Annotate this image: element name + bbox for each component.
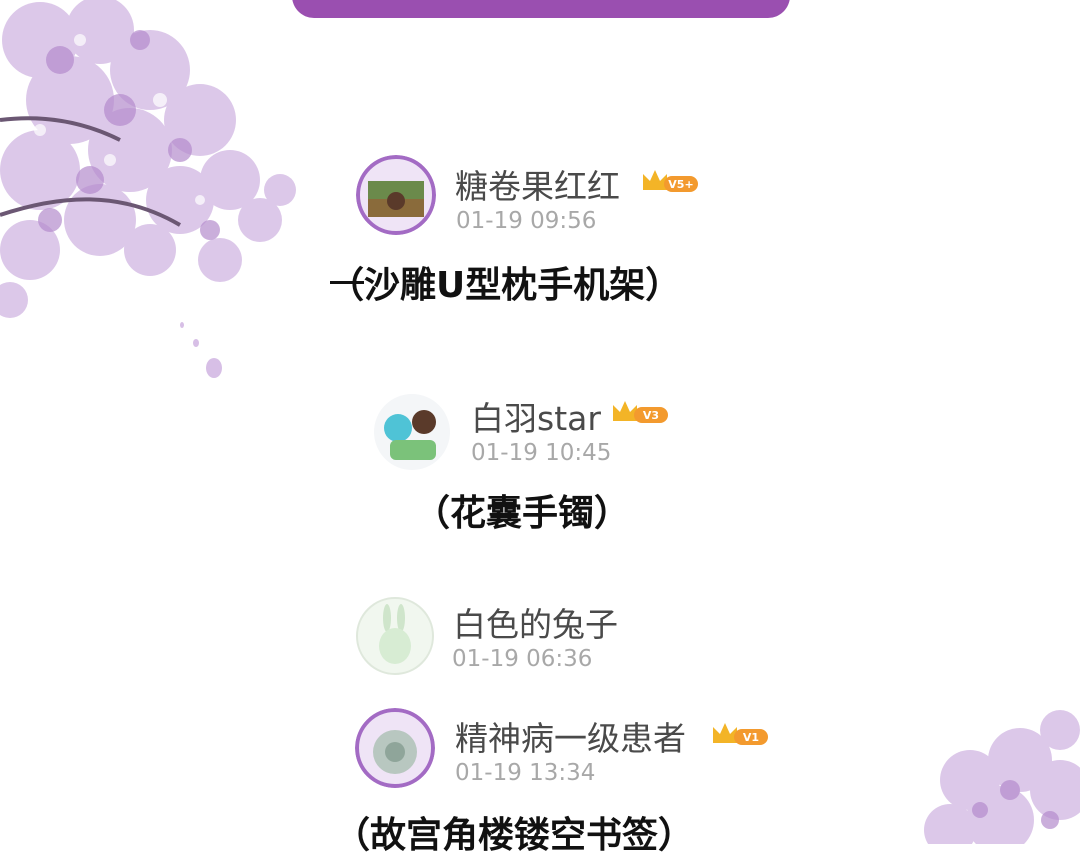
avatar[interactable] [355, 596, 435, 676]
timestamp: 01-19 10:45 [471, 440, 612, 466]
item-name: （沙雕U型枕手机架） [328, 265, 682, 306]
avatar[interactable] [372, 392, 452, 472]
avatar[interactable] [356, 155, 436, 235]
svg-text:V3: V3 [643, 409, 659, 422]
strike-mark [330, 281, 364, 284]
username[interactable]: 白色的兔子 [453, 598, 618, 646]
timestamp: 01-19 09:56 [456, 208, 597, 234]
cherry-blossom-decoration [0, 0, 296, 378]
username[interactable]: 精神病一级患者 [455, 712, 686, 760]
username[interactable]: 白羽star [471, 392, 601, 440]
vip-level-badge: V3 [613, 401, 668, 423]
svg-text:V5+: V5+ [668, 178, 693, 191]
timestamp: 01-19 13:34 [455, 760, 596, 786]
vip-level-badge: V5+ [643, 170, 698, 192]
item-name: （花囊手镯） [414, 493, 631, 534]
svg-text:V1: V1 [743, 731, 759, 744]
cherry-blossom-decoration-bottom [924, 710, 1080, 844]
username[interactable]: 糖卷果红红 [455, 160, 620, 208]
vip-level-badge: V1 [713, 723, 768, 745]
item-name: （故宫角楼镂空书签） [334, 815, 695, 856]
header-bar [292, 0, 790, 18]
timestamp: 01-19 06:36 [452, 646, 593, 672]
avatar[interactable] [355, 708, 435, 788]
